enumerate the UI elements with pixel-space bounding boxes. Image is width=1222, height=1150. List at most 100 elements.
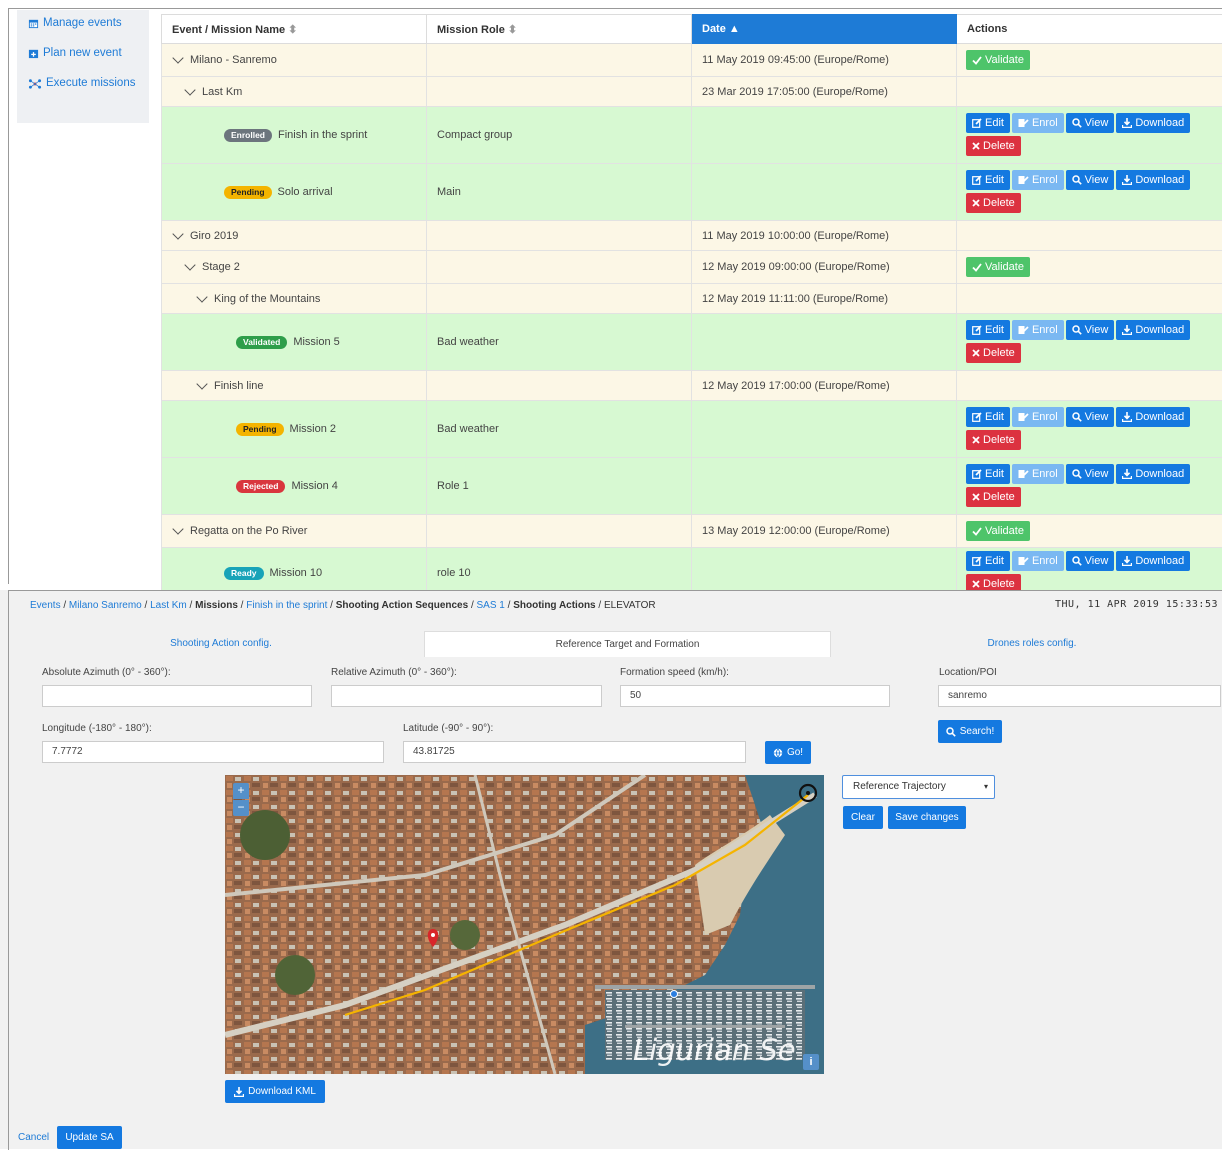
download-kml-button[interactable]: Download KML	[225, 1080, 325, 1103]
sidebar-item-manage-events[interactable]: Manage events	[28, 17, 122, 29]
download-button[interactable]: Download	[1116, 320, 1190, 340]
edit-button[interactable]: Edit	[966, 464, 1010, 484]
go-button[interactable]: Go!	[765, 741, 811, 764]
event-row[interactable]: Last Km23 Mar 2019 17:05:00 (Europe/Rome…	[162, 77, 1222, 107]
breadcrumb-item[interactable]: Finish in the sprint	[246, 600, 327, 611]
event-row[interactable]: Milano - Sanremo11 May 2019 09:45:00 (Eu…	[162, 44, 1222, 77]
mission-name[interactable]: Solo arrival	[278, 186, 333, 198]
delete-button[interactable]: Delete	[966, 343, 1021, 363]
mission-row[interactable]: RejectedMission 4Role 1EditEnrolViewDown…	[162, 458, 1222, 515]
event-name[interactable]: Regatta on the Po River	[190, 525, 307, 537]
event-name[interactable]: Finish line	[214, 380, 264, 392]
search-button[interactable]: Search!	[938, 720, 1002, 743]
delete-button[interactable]: Delete	[966, 430, 1021, 450]
view-button[interactable]: View	[1066, 464, 1115, 484]
longitude-input[interactable]: 7.7772	[42, 741, 384, 763]
update-sa-button[interactable]: Update SA	[57, 1126, 122, 1149]
event-row[interactable]: Finish line12 May 2019 17:00:00 (Europe/…	[162, 371, 1222, 401]
map-info-button[interactable]: i	[803, 1054, 819, 1070]
edit-icon	[972, 469, 982, 479]
mission-name[interactable]: Mission 10	[270, 567, 323, 579]
delete-button[interactable]: Delete	[966, 487, 1021, 507]
formation-speed-input[interactable]: 50	[620, 685, 890, 707]
edit-button[interactable]: Edit	[966, 113, 1010, 133]
delete-button[interactable]: Delete	[966, 136, 1021, 156]
chevron-down-icon[interactable]	[172, 52, 183, 63]
chevron-down-icon[interactable]	[172, 228, 183, 239]
chevron-down-icon[interactable]	[172, 523, 183, 534]
event-row[interactable]: Regatta on the Po River13 May 2019 12:00…	[162, 515, 1222, 548]
mission-name[interactable]: Mission 2	[290, 423, 336, 435]
mission-name[interactable]: Mission 4	[291, 480, 337, 492]
event-row[interactable]: King of the Mountains12 May 2019 11:11:0…	[162, 284, 1222, 314]
go-button-label: Go!	[787, 747, 803, 758]
edit-button[interactable]: Edit	[966, 170, 1010, 190]
event-name[interactable]: Giro 2019	[190, 230, 238, 242]
download-button[interactable]: Download	[1116, 464, 1190, 484]
edit-button[interactable]: Edit	[966, 407, 1010, 427]
breadcrumb-item[interactable]: Events	[30, 600, 61, 611]
enrol-button[interactable]: Enrol	[1012, 551, 1064, 571]
enrol-button[interactable]: Enrol	[1012, 464, 1064, 484]
view-button[interactable]: View	[1066, 551, 1115, 571]
chevron-down-icon[interactable]	[196, 291, 207, 302]
sidebar-item-execute-missions[interactable]: Execute missions	[28, 77, 135, 89]
tab-drones-roles-config[interactable]: Drones roles config.	[830, 631, 1222, 657]
breadcrumb-item[interactable]: SAS 1	[477, 600, 505, 611]
clear-button[interactable]: Clear	[843, 806, 883, 829]
enrol-button[interactable]: Enrol	[1012, 113, 1064, 133]
date-cell	[692, 458, 957, 515]
cancel-link[interactable]: Cancel	[18, 1132, 49, 1143]
location-input[interactable]: sanremo	[938, 685, 1221, 707]
breadcrumb-item[interactable]: Milano Sanremo	[69, 600, 142, 611]
satellite-map[interactable]: + − Ligurian Se i	[225, 775, 824, 1074]
chevron-down-icon[interactable]	[196, 378, 207, 389]
mission-row[interactable]: PendingSolo arrivalMainEditEnrolViewDown…	[162, 164, 1222, 221]
view-button[interactable]: View	[1066, 320, 1115, 340]
enrol-button[interactable]: Enrol	[1012, 407, 1064, 427]
column-header-name[interactable]: Event / Mission Name ⬍	[162, 15, 427, 44]
chevron-down-icon[interactable]	[184, 259, 195, 270]
download-button[interactable]: Download	[1116, 113, 1190, 133]
breadcrumb-item[interactable]: Last Km	[150, 600, 187, 611]
reference-select[interactable]: Reference Trajectory ▾	[842, 775, 995, 799]
zoom-out-button[interactable]: −	[233, 800, 249, 816]
button-label: Validate	[985, 261, 1024, 273]
edit-button[interactable]: Edit	[966, 551, 1010, 571]
mission-row[interactable]: PendingMission 2Bad weatherEditEnrolView…	[162, 401, 1222, 458]
edit-button[interactable]: Edit	[966, 320, 1010, 340]
validate-button[interactable]: Validate	[966, 50, 1030, 70]
download-button[interactable]: Download	[1116, 551, 1190, 571]
chevron-down-icon[interactable]	[184, 84, 195, 95]
event-name[interactable]: Milano - Sanremo	[190, 54, 277, 66]
mission-row[interactable]: ValidatedMission 5Bad weatherEditEnrolVi…	[162, 314, 1222, 371]
delete-button[interactable]: Delete	[966, 193, 1021, 213]
event-name[interactable]: Stage 2	[202, 261, 240, 273]
tab-reference-target[interactable]: Reference Target and Formation	[424, 631, 831, 658]
validate-button[interactable]: Validate	[966, 521, 1030, 541]
enrol-button[interactable]: Enrol	[1012, 170, 1064, 190]
enrol-button[interactable]: Enrol	[1012, 320, 1064, 340]
mission-name[interactable]: Finish in the sprint	[278, 129, 367, 141]
validate-button[interactable]: Validate	[966, 257, 1030, 277]
download-button[interactable]: Download	[1116, 170, 1190, 190]
tab-shooting-action-config[interactable]: Shooting Action config.	[18, 631, 424, 657]
event-row[interactable]: Giro 201911 May 2019 10:00:00 (Europe/Ro…	[162, 221, 1222, 251]
mission-row[interactable]: EnrolledFinish in the sprintCompact grou…	[162, 107, 1222, 164]
column-header-date[interactable]: Date ▲	[692, 15, 957, 44]
event-name[interactable]: Last Km	[202, 86, 242, 98]
abs-azimuth-input[interactable]	[42, 685, 312, 707]
view-button[interactable]: View	[1066, 113, 1115, 133]
view-button[interactable]: View	[1066, 170, 1115, 190]
event-row[interactable]: Stage 212 May 2019 09:00:00 (Europe/Rome…	[162, 251, 1222, 284]
save-changes-button[interactable]: Save changes	[888, 806, 966, 829]
sidebar-item-plan-new-event[interactable]: Plan new event	[28, 47, 122, 59]
view-button[interactable]: View	[1066, 407, 1115, 427]
zoom-in-button[interactable]: +	[233, 783, 249, 799]
rel-azimuth-input[interactable]	[331, 685, 602, 707]
event-name[interactable]: King of the Mountains	[214, 293, 320, 305]
mission-name[interactable]: Mission 5	[293, 336, 339, 348]
latitude-input[interactable]: 43.81725	[403, 741, 746, 763]
download-button[interactable]: Download	[1116, 407, 1190, 427]
column-header-role[interactable]: Mission Role ⬍	[427, 15, 692, 44]
